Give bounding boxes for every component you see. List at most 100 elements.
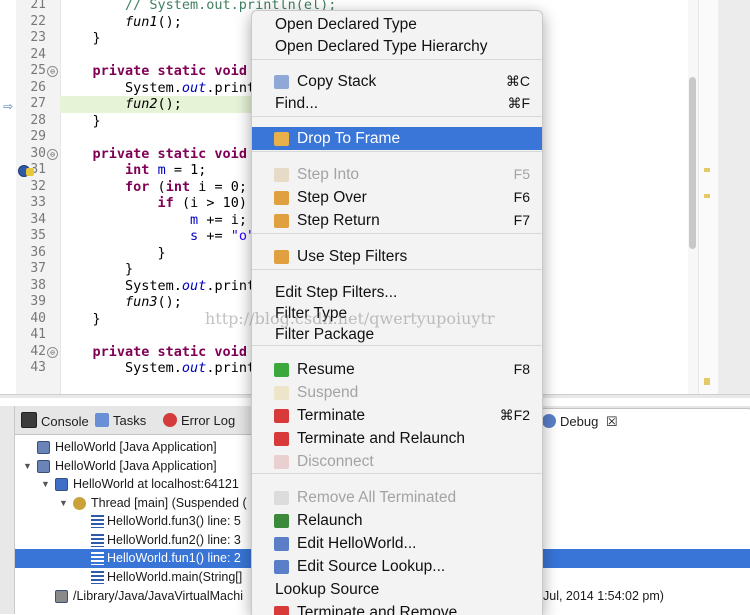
- menu-item-step-return[interactable]: Step Return F7: [252, 209, 542, 232]
- code-text: s += "o";: [60, 228, 263, 245]
- tree-row-label: Thread [main] (Suspended (: [91, 496, 247, 510]
- menu-item-label: Step Return: [297, 212, 380, 229]
- line-number: 27: [30, 96, 46, 111]
- fold-toggle-icon[interactable]: ⊖: [47, 148, 58, 160]
- menu-item-open-declared-type[interactable]: Open Declared Type: [252, 13, 542, 36]
- disconnect-icon: [274, 455, 289, 469]
- tree-row-label: HelloWorld at localhost:64121: [73, 477, 239, 491]
- tree-row-label: HelloWorld [Java Application]: [55, 459, 217, 473]
- menu-item-step-over[interactable]: Step Over F6: [252, 186, 542, 209]
- edit-source-lookup-icon: [274, 560, 289, 574]
- expand-toggle-icon[interactable]: ▼: [59, 494, 69, 513]
- line-number: 34: [30, 211, 46, 227]
- menu-item-edit-source-lookup[interactable]: Edit Source Lookup...: [252, 555, 542, 578]
- menu-item-terminate-and-remove[interactable]: Terminate and Remove: [252, 601, 542, 615]
- menu-item-drop-to-frame[interactable]: Drop To Frame: [252, 127, 542, 150]
- warning-marker-icon: [26, 168, 34, 176]
- line-number: 22: [30, 13, 46, 29]
- overview-marker[interactable]: [704, 168, 710, 172]
- overview-marker[interactable]: [704, 194, 710, 198]
- menu-item-terminate[interactable]: Terminate ⌘F2: [252, 404, 542, 427]
- line-number: 28: [30, 112, 46, 128]
- code-token: int: [125, 162, 150, 178]
- menu-item-label: Relaunch: [297, 512, 363, 529]
- menu-item-copy-stack[interactable]: Copy Stack ⌘C: [252, 70, 542, 93]
- code-text: int m = 1;: [60, 162, 206, 179]
- line-number: 43: [30, 360, 46, 375]
- editor-scrollbar-thumb[interactable]: [689, 77, 696, 249]
- stack-frame-icon: [91, 552, 104, 565]
- expand-toggle-icon[interactable]: ▼: [41, 475, 51, 494]
- line-number: 26: [30, 79, 46, 95]
- line-number: 37: [30, 261, 46, 276]
- menu-item-edit-step-filters[interactable]: Edit Step Filters...: [252, 281, 542, 304]
- code-text: System.out.printl: [60, 80, 263, 97]
- menu-item-lookup-source[interactable]: Lookup Source: [252, 578, 542, 601]
- menu-item-label: Terminate and Relaunch: [297, 430, 466, 447]
- tree-row-label: HelloWorld [Java Application]: [55, 440, 217, 454]
- menu-item-remove-all-terminated: Remove All Terminated: [252, 486, 542, 509]
- menu-item-label: Drop To Frame: [297, 130, 401, 147]
- tab-console[interactable]: Console: [21, 412, 89, 430]
- code-token: ();: [157, 13, 182, 30]
- code-token: (i > 10) {: [173, 195, 264, 211]
- menu-item-label: Remove All Terminated: [297, 489, 457, 506]
- menu-item-label: Terminate and Remove: [297, 604, 458, 615]
- edit-launch-icon: [274, 537, 289, 551]
- code-token: System.: [60, 360, 182, 376]
- fold-toggle-icon[interactable]: ⊖: [47, 346, 58, 358]
- menu-item-edit-helloworld[interactable]: Edit HelloWorld...: [252, 532, 542, 555]
- code-token: += i;: [198, 211, 247, 228]
- code-token: fun2: [125, 96, 158, 112]
- line-number: 25: [30, 63, 46, 78]
- line-number: 40: [30, 310, 46, 326]
- tab-error-log[interactable]: Error Log: [163, 412, 235, 430]
- expand-toggle-icon[interactable]: ▼: [23, 457, 33, 476]
- step-return-icon: [274, 214, 289, 228]
- menu-separator: [252, 116, 542, 117]
- menu-item-resume[interactable]: Resume F8: [252, 358, 542, 381]
- overview-marker[interactable]: [704, 378, 710, 385]
- tab-tasks[interactable]: Tasks: [95, 412, 146, 430]
- menu-separator: [252, 233, 542, 234]
- menu-item-find[interactable]: Find... ⌘F: [252, 92, 542, 115]
- launch-config-icon: [37, 460, 50, 473]
- menu-item-label: Disconnect: [297, 453, 374, 470]
- menu-item-terminate-and-relaunch[interactable]: Terminate and Relaunch: [252, 427, 542, 450]
- code-token: private static void: [92, 145, 247, 162]
- stack-frame-icon: [91, 534, 104, 547]
- code-text: }: [60, 311, 101, 328]
- menu-item-shortcut: ⌘F2: [499, 407, 530, 423]
- error-log-icon: [163, 413, 177, 427]
- editor-right-margin: [718, 0, 750, 398]
- tab-debug[interactable]: Debug ☒: [535, 408, 750, 435]
- code-token: int: [165, 178, 191, 195]
- remove-all-terminated-icon: [274, 491, 289, 505]
- step-over-icon: [274, 191, 289, 205]
- terminate-relaunch-icon: [274, 432, 289, 446]
- close-tab-icon[interactable]: ☒: [606, 414, 618, 429]
- menu-item-label: Lookup Source: [275, 581, 380, 598]
- code-text: private static void f: [60, 63, 264, 80]
- code-token: m: [190, 211, 199, 228]
- menu-item-relaunch[interactable]: Relaunch: [252, 509, 542, 532]
- code-text: fun2();: [60, 96, 182, 113]
- menu-item-use-step-filters[interactable]: Use Step Filters: [252, 245, 542, 268]
- menu-item-label: Open Declared Type Hierarchy: [275, 38, 488, 55]
- fold-toggle-icon[interactable]: ⊖: [47, 66, 58, 77]
- current-code-line[interactable]: 27 fun2();: [30, 96, 256, 113]
- line-number: 30: [30, 145, 46, 161]
- code-token: }: [60, 310, 101, 327]
- menu-item-shortcut: F7: [513, 212, 530, 228]
- code-text: fun3();: [60, 294, 182, 311]
- tree-row-label: /Library/Java/JavaVirtualMachi: [73, 589, 243, 603]
- menu-item-label: Find...: [275, 95, 319, 112]
- menu-item-open-declared-type-hierarchy[interactable]: Open Declared Type Hierarchy: [252, 35, 542, 58]
- console-icon: [21, 412, 37, 428]
- menu-item-label: Resume: [297, 361, 355, 378]
- watermark: http://blog.csdn.net/qwertyupoiuytr: [205, 309, 495, 328]
- code-token: out: [181, 360, 207, 376]
